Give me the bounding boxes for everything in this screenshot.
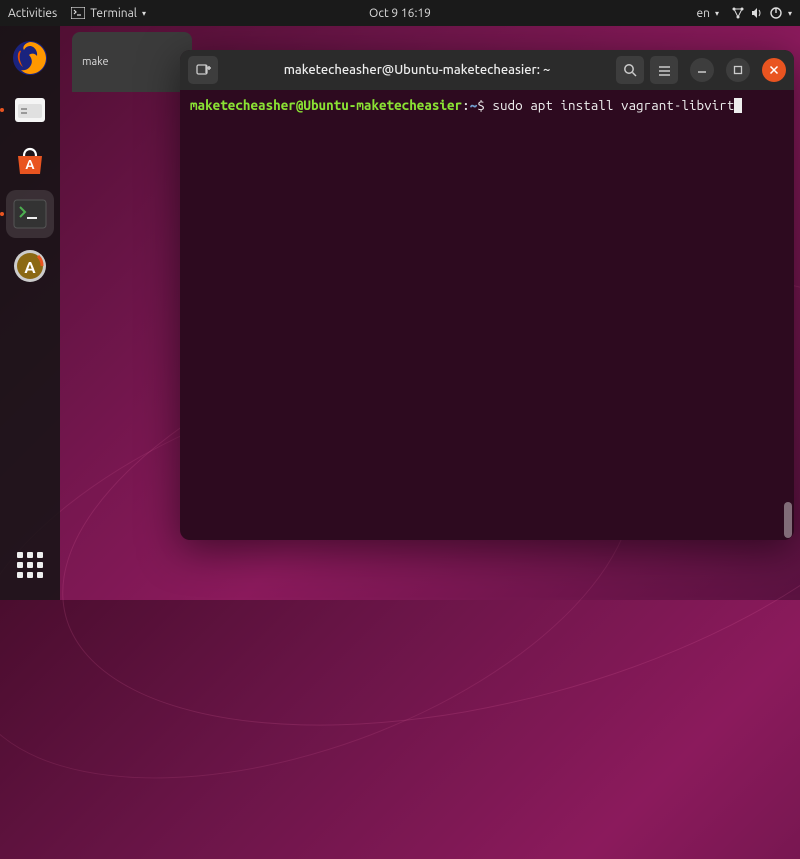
prompt-user-host: maketecheasher@Ubuntu-maketecheasier bbox=[190, 97, 462, 113]
input-language-indicator[interactable]: en ▾ bbox=[696, 7, 719, 20]
terminal-body[interactable]: maketecheasher@Ubuntu-maketecheasier:~$ … bbox=[180, 90, 794, 540]
search-icon bbox=[623, 63, 638, 78]
prompt-colon: : bbox=[462, 97, 470, 113]
active-app-label: Terminal bbox=[90, 7, 137, 20]
new-tab-button[interactable] bbox=[188, 56, 218, 84]
dock-item-updater[interactable]: A bbox=[6, 242, 54, 290]
new-tab-icon bbox=[195, 62, 211, 78]
dock-item-firefox[interactable] bbox=[6, 34, 54, 82]
close-button[interactable] bbox=[762, 58, 786, 82]
dock-item-software[interactable]: A bbox=[6, 138, 54, 186]
gnome-topbar: Activities Terminal ▾ Oct 9 16:19 en ▾ ▾ bbox=[0, 0, 800, 26]
chevron-down-icon: ▾ bbox=[142, 9, 146, 18]
files-icon bbox=[12, 92, 48, 128]
terminal-title: maketecheasher@Ubuntu-maketecheasier: ~ bbox=[224, 63, 610, 77]
terminal-icon bbox=[71, 7, 85, 19]
nautilus-title-text: make bbox=[82, 56, 109, 68]
lang-label: en bbox=[696, 7, 709, 20]
search-button[interactable] bbox=[616, 56, 644, 84]
software-store-icon: A bbox=[12, 144, 48, 180]
maximize-button[interactable] bbox=[726, 58, 750, 82]
terminal-titlebar[interactable]: maketecheasher@Ubuntu-maketecheasier: ~ bbox=[180, 50, 794, 90]
minimize-icon bbox=[697, 65, 707, 75]
terminal-icon bbox=[13, 199, 47, 229]
software-updater-icon: A bbox=[12, 248, 48, 284]
scrollbar-thumb[interactable] bbox=[784, 502, 792, 538]
gnome-terminal-window: maketecheasher@Ubuntu-maketecheasier: ~ … bbox=[180, 50, 794, 540]
clock[interactable]: Oct 9 16:19 bbox=[369, 7, 431, 20]
hamburger-menu-button[interactable] bbox=[650, 56, 678, 84]
chevron-down-icon: ▾ bbox=[788, 9, 792, 18]
dock-item-files[interactable] bbox=[6, 86, 54, 134]
activities-button[interactable]: Activities bbox=[8, 7, 57, 20]
command-text: sudo apt install vagrant-libvirt bbox=[492, 97, 734, 113]
show-applications-button[interactable] bbox=[5, 540, 55, 590]
chevron-down-icon: ▾ bbox=[715, 9, 719, 18]
ubuntu-dock: A A bbox=[0, 26, 60, 600]
system-status-area[interactable]: ▾ bbox=[731, 6, 792, 20]
hamburger-icon bbox=[657, 63, 672, 78]
volume-icon bbox=[750, 6, 764, 20]
maximize-icon bbox=[733, 65, 743, 75]
firefox-icon bbox=[11, 39, 49, 77]
nautilus-titlebar-fragment[interactable]: make bbox=[72, 32, 192, 92]
network-icon bbox=[731, 6, 745, 20]
minimize-button[interactable] bbox=[690, 58, 714, 82]
terminal-cursor bbox=[734, 98, 742, 113]
running-indicator bbox=[0, 108, 4, 112]
running-indicator bbox=[0, 212, 4, 216]
active-app-indicator[interactable]: Terminal ▾ bbox=[71, 7, 146, 20]
svg-text:A: A bbox=[25, 158, 35, 172]
svg-text:A: A bbox=[24, 259, 36, 277]
prompt-symbol: $ bbox=[477, 97, 485, 113]
power-icon bbox=[769, 6, 783, 20]
close-icon bbox=[769, 65, 779, 75]
dock-item-terminal[interactable] bbox=[6, 190, 54, 238]
